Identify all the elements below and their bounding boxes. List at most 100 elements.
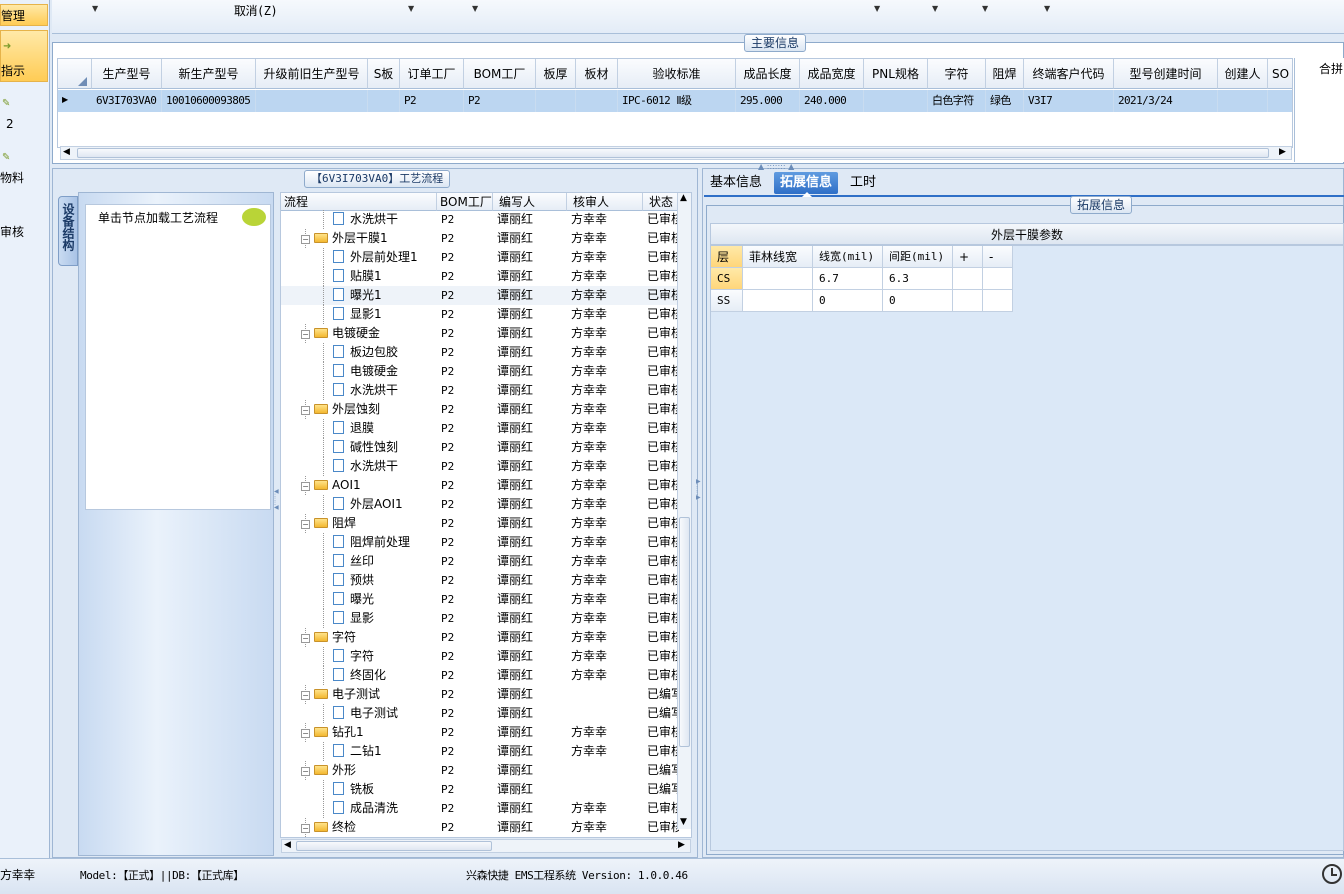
tree-node[interactable]: 曝光1	[333, 286, 437, 305]
reviewer-cell[interactable]: 方幸幸	[571, 400, 641, 419]
tree-group-row[interactable]: − 外层蚀刻 P2谭丽红方幸幸已审核	[281, 400, 679, 419]
tree-leaf-row[interactable]: 曝光 P2谭丽红方幸幸已审核	[281, 590, 679, 609]
bom-factory-cell[interactable]: P2	[441, 324, 493, 343]
tree-node[interactable]: 贴膜1	[333, 267, 437, 286]
author-cell[interactable]: 谭丽红	[497, 210, 567, 229]
status-cell[interactable]: 已审核	[647, 628, 679, 647]
tree-node[interactable]: 铣板	[333, 780, 437, 799]
table-cell[interactable]: 2021/3/24	[1114, 90, 1218, 112]
table-cell[interactable]: 白色字符	[928, 90, 986, 112]
tree-group-row[interactable]: − 钻孔1 P2谭丽红方幸幸已审核	[281, 723, 679, 742]
author-cell[interactable]: 谭丽红	[497, 780, 567, 799]
bom-factory-cell[interactable]: P2	[441, 685, 493, 704]
author-cell[interactable]: 谭丽红	[497, 343, 567, 362]
bom-factory-cell[interactable]: P2	[441, 799, 493, 818]
bom-factory-cell[interactable]: P2	[441, 267, 493, 286]
author-cell[interactable]: 谭丽红	[497, 571, 567, 590]
column-header[interactable]: 板厚	[536, 59, 576, 89]
author-cell[interactable]: 谭丽红	[497, 609, 567, 628]
reviewer-cell[interactable]: 方幸幸	[571, 609, 641, 628]
bom-factory-cell[interactable]: P2	[441, 476, 493, 495]
status-cell[interactable]: 已编写	[647, 780, 679, 799]
tree-node[interactable]: − 电镀硬金	[301, 324, 437, 343]
column-header[interactable]: 订单工厂	[400, 59, 464, 89]
chevron-down-icon[interactable]: ▼	[472, 4, 478, 13]
bom-factory-cell[interactable]: P2	[441, 628, 493, 647]
author-cell[interactable]: 谭丽红	[497, 267, 567, 286]
table-cell[interactable]: P2	[400, 90, 464, 112]
reviewer-cell[interactable]: 方幸幸	[571, 476, 641, 495]
tree-node[interactable]: − AOI1	[301, 476, 437, 495]
tree-leaf-row[interactable]: 终固化 P2谭丽红方幸幸已审核	[281, 666, 679, 685]
reviewer-cell[interactable]: 方幸幸	[571, 457, 641, 476]
author-cell[interactable]: 谭丽红	[497, 647, 567, 666]
tree-node[interactable]: − 外层蚀刻	[301, 400, 437, 419]
bom-factory-cell[interactable]: P2	[441, 647, 493, 666]
tree-group-row[interactable]: − 外形 P2谭丽红 已编写	[281, 761, 679, 780]
author-cell[interactable]: 谭丽红	[497, 590, 567, 609]
status-cell[interactable]: 已审核	[647, 438, 679, 457]
tree-leaf-row[interactable]: 外层AOI1 P2谭丽红方幸幸已审核	[281, 495, 679, 514]
author-cell[interactable]: 谭丽红	[497, 533, 567, 552]
tree-node[interactable]: 显影1	[333, 305, 437, 324]
horizontal-scrollbar[interactable]: ◀ ▶	[60, 146, 1292, 160]
tree-leaf-row[interactable]: 二钻1 P2谭丽红方幸幸已审核	[281, 742, 679, 761]
collapse-icon[interactable]: −	[301, 330, 310, 339]
bom-factory-cell[interactable]: P2	[441, 533, 493, 552]
table-cell[interactable]: P2	[464, 90, 536, 112]
tree-leaf-row[interactable]: 水洗烘干 P2谭丽红方幸幸已审核	[281, 210, 679, 229]
tree-leaf-row[interactable]: 贴膜1 P2谭丽红方幸幸已审核	[281, 267, 679, 286]
bom-factory-cell[interactable]: P2	[441, 381, 493, 400]
cancel-button[interactable]: 取消(Z)	[234, 2, 278, 19]
reviewer-cell[interactable]: 方幸幸	[571, 305, 641, 324]
collapse-icon[interactable]: −	[301, 482, 310, 491]
param-cell[interactable]: 0	[813, 290, 883, 312]
column-header[interactable]: BOM工厂	[464, 59, 536, 89]
table-cell[interactable]: V3I7	[1024, 90, 1114, 112]
status-cell[interactable]: 已审核	[647, 742, 679, 761]
status-cell[interactable]: 已审核	[647, 818, 679, 837]
column-header[interactable]: PNL规格	[864, 59, 928, 89]
table-cell[interactable]: 绿色	[986, 90, 1024, 112]
bom-factory-cell[interactable]: P2	[441, 552, 493, 571]
author-cell[interactable]: 谭丽红	[497, 761, 567, 780]
reviewer-cell[interactable]: 方幸幸	[571, 343, 641, 362]
status-cell[interactable]: 已审核	[647, 647, 679, 666]
tree-node[interactable]: 退膜	[333, 419, 437, 438]
author-cell[interactable]: 谭丽红	[497, 552, 567, 571]
bom-factory-cell[interactable]: P2	[441, 514, 493, 533]
status-cell[interactable]: 已审核	[647, 476, 679, 495]
status-cell[interactable]: 已审核	[647, 666, 679, 685]
scroll-right-icon[interactable]: ▶	[678, 840, 685, 850]
nav-item-instruction[interactable]: ➜ 指示	[0, 30, 48, 82]
tree-vertical-scrollbar[interactable]: ▲ ▼	[677, 193, 691, 829]
author-cell[interactable]: 谭丽红	[497, 666, 567, 685]
tree-node[interactable]: 阻焊前处理	[333, 533, 437, 552]
reviewer-cell[interactable]: 方幸幸	[571, 229, 641, 248]
collapse-icon[interactable]: −	[301, 520, 310, 529]
param-cell[interactable]	[983, 268, 1013, 290]
tree-node[interactable]: 预烘	[333, 571, 437, 590]
tree-group-row[interactable]: − AOI1 P2谭丽红方幸幸已审核	[281, 476, 679, 495]
param-header[interactable]: 线宽(mil)	[813, 246, 883, 268]
column-header[interactable]: 成品宽度	[800, 59, 864, 89]
param-cell[interactable]	[983, 290, 1013, 312]
author-cell[interactable]: 谭丽红	[497, 324, 567, 343]
tree-leaf-row[interactable]: 曝光1 P2谭丽红方幸幸已审核	[281, 286, 679, 305]
table-cell[interactable]	[1268, 90, 1292, 112]
bom-factory-cell[interactable]: P2	[441, 400, 493, 419]
table-cell[interactable]	[1218, 90, 1268, 112]
bom-factory-cell[interactable]: P2	[441, 761, 493, 780]
param-row-label[interactable]: SS	[711, 290, 743, 312]
scroll-left-icon[interactable]: ◀	[284, 840, 291, 850]
collapse-icon[interactable]: −	[301, 634, 310, 643]
tree-group-row[interactable]: − 阻焊 P2谭丽红方幸幸已审核	[281, 514, 679, 533]
tree-node[interactable]: 外层AOI1	[333, 495, 437, 514]
bom-factory-cell[interactable]: P2	[441, 438, 493, 457]
tree-leaf-row[interactable]: 铣板 P2谭丽红 已编写	[281, 780, 679, 799]
reviewer-cell[interactable]: 方幸幸	[571, 324, 641, 343]
column-header[interactable]: BOM工厂	[437, 193, 493, 211]
param-cell[interactable]	[743, 268, 813, 290]
author-cell[interactable]: 谭丽红	[497, 818, 567, 837]
tree-leaf-row[interactable]: 丝印 P2谭丽红方幸幸已审核	[281, 552, 679, 571]
